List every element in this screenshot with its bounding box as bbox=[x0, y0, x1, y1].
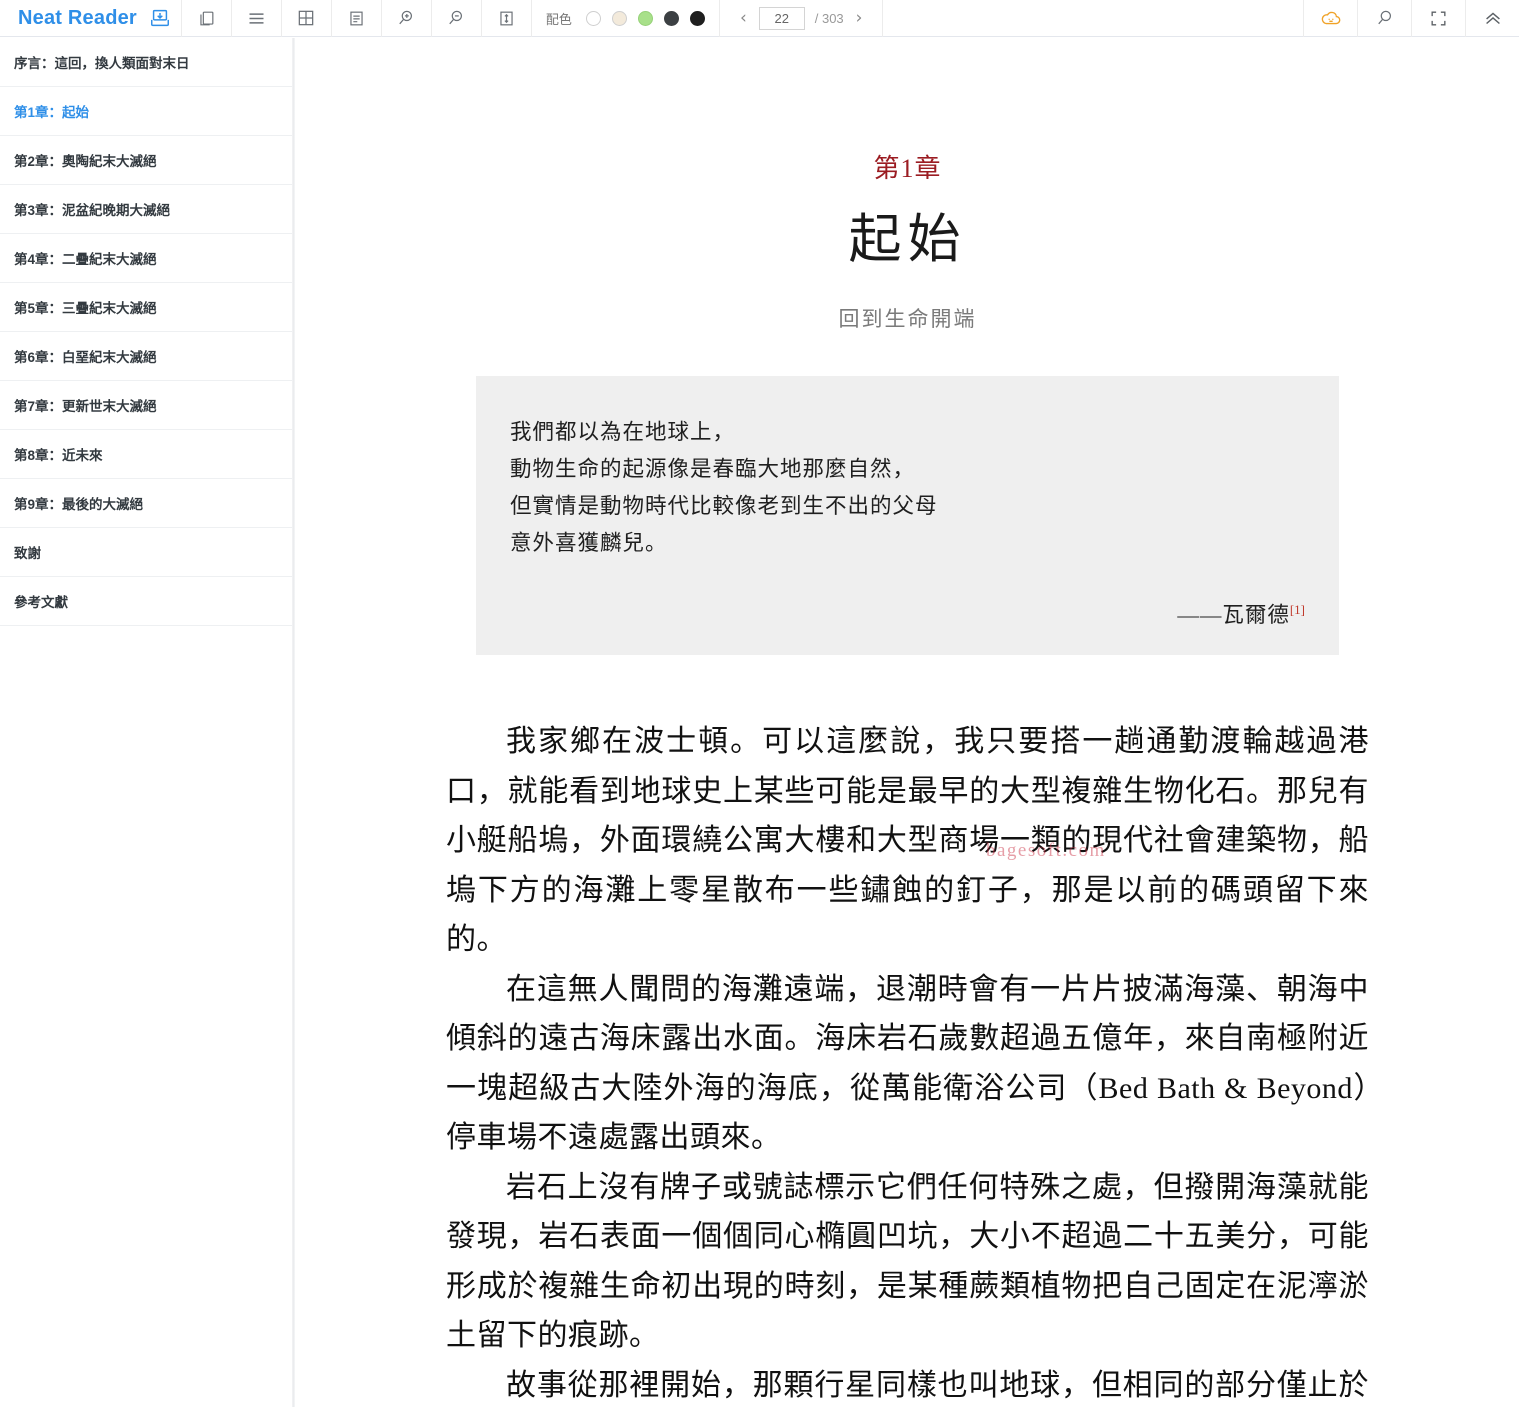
color-swatch-sepia[interactable] bbox=[611, 10, 627, 26]
page-number-input[interactable] bbox=[758, 6, 805, 30]
menu-icon[interactable] bbox=[230, 0, 281, 37]
color-swatch-black[interactable] bbox=[689, 10, 705, 26]
note-icon[interactable] bbox=[330, 0, 381, 37]
grid-layout-icon[interactable] bbox=[280, 0, 331, 37]
color-swatch-green[interactable] bbox=[637, 10, 653, 26]
sidebar-item-chapter-2[interactable]: 第2章：奧陶紀末大滅絕 bbox=[0, 136, 292, 185]
sidebar-item-chapter-7[interactable]: 第7章：更新世末大滅絕 bbox=[0, 381, 292, 430]
sidebar-item-preface[interactable]: 序言：這回，換人類面對末日 bbox=[0, 38, 292, 87]
toolbar-tool-group bbox=[180, 0, 531, 37]
chapter-subtitle: 回到生命開端 bbox=[838, 307, 977, 331]
paragraph: 我家鄉在波士頓。可以這麼說，我只要搭一趟通勤渡輪越過港口，就能看到地球史上某些可… bbox=[446, 725, 1369, 956]
page-navigation: ‹ / 303 › bbox=[720, 0, 884, 37]
collapse-toolbar-icon[interactable] bbox=[1465, 0, 1519, 37]
sidebar-item-chapter-5[interactable]: 第5章：三疊紀末大滅絕 bbox=[0, 283, 292, 332]
paragraph: 岩石上沒有牌子或號誌標示它們任何特殊之處，但撥開海藻就能發現，岩石表面一個個同心… bbox=[446, 1170, 1369, 1353]
prev-page-button[interactable]: ‹ bbox=[738, 9, 749, 27]
sidebar-resize-divider[interactable] bbox=[292, 38, 295, 1407]
sidebar-item-chapter-8[interactable]: 第8章：近未來 bbox=[0, 430, 292, 479]
chapter-title: 起始 bbox=[848, 211, 967, 269]
paragraph: 在這無人聞問的海灘遠端，退潮時會有一片片披滿海藻、朝海中傾斜的遠古海床露出水面。… bbox=[446, 972, 1369, 1155]
sidebar-item-acknowledgements[interactable]: 致謝 bbox=[0, 528, 292, 577]
sidebar-item-chapter-3[interactable]: 第3章：泥盆紀晚期大滅絕 bbox=[0, 185, 292, 234]
sidebar-item-chapter-1[interactable]: 第1章：起始 bbox=[0, 87, 292, 136]
toolbar-right-group bbox=[1303, 0, 1519, 37]
top-toolbar: Neat Reader 配色 ‹ 22 / 303 › bbox=[0, 0, 1519, 37]
color-swatch-white[interactable] bbox=[585, 10, 601, 26]
epigraph-blockquote: 我們都以為在地球上， 動物生命的起源像是春臨大地那麼自然， 但實情是動物時代比較… bbox=[476, 376, 1339, 655]
footnote-reference[interactable]: [1] bbox=[1290, 602, 1305, 617]
quote-attribution: ——瓦爾德[1] bbox=[510, 598, 1305, 629]
toc-list: 序言：這回，換人類面對末日 第1章：起始 第2章：奧陶紀末大滅絕 第3章：泥盆紀… bbox=[0, 38, 292, 626]
search-icon[interactable] bbox=[1357, 0, 1411, 37]
save-to-shelf-icon[interactable] bbox=[149, 7, 171, 29]
cloud-sync-icon[interactable] bbox=[1303, 0, 1357, 37]
quote-attribution-text: ——瓦爾德 bbox=[1177, 603, 1290, 627]
paragraph: 故事從那裡開始，那顆行星同樣也叫地球，但相同的部分僅止於此。 bbox=[506, 1368, 1369, 1402]
sidebar-item-chapter-4[interactable]: 第4章：二疊紀末大滅絕 bbox=[0, 234, 292, 283]
zoom-in-icon[interactable] bbox=[380, 0, 431, 37]
reader-content-pane: 第1章 起始 回到生命開端 我們都以為在地球上， 動物生命的起源像是春臨大地那麼… bbox=[296, 38, 1519, 1407]
color-scheme-picker: 配色 bbox=[530, 0, 720, 37]
color-swatch-gray[interactable] bbox=[663, 10, 679, 26]
sidebar-item-chapter-9[interactable]: 第9章：最後的大滅絕 bbox=[0, 479, 292, 528]
quote-line: 動物生命的起源像是春臨大地那麼自然， bbox=[510, 457, 916, 481]
brand-area: Neat Reader bbox=[0, 0, 181, 37]
app-title: Neat Reader bbox=[18, 6, 137, 29]
quote-line: 我們都以為在地球上， bbox=[510, 420, 736, 444]
book-page: 第1章 起始 回到生命開端 我們都以為在地球上， 動物生命的起源像是春臨大地那麼… bbox=[296, 148, 1519, 1407]
line-height-icon[interactable] bbox=[480, 0, 531, 37]
table-of-contents-sidebar: 序言：這回，換人類面對末日 第1章：起始 第2章：奧陶紀末大滅絕 第3章：泥盆紀… bbox=[0, 38, 292, 1407]
chapter-number: 第1章 bbox=[873, 154, 942, 183]
quote-line: 意外喜獲麟兒。 bbox=[510, 531, 668, 555]
quote-line: 但實情是動物時代比較像老到生不出的父母 bbox=[510, 494, 938, 518]
sidebar-item-references[interactable]: 參考文獻 bbox=[0, 577, 292, 626]
zoom-out-icon[interactable] bbox=[430, 0, 481, 37]
total-pages-label: / 303 bbox=[814, 10, 844, 26]
fullscreen-icon[interactable] bbox=[1411, 0, 1465, 37]
sidebar-item-chapter-6[interactable]: 第6章：白堊紀末大滅絕 bbox=[0, 332, 292, 381]
copy-icon[interactable] bbox=[180, 0, 231, 37]
next-page-button[interactable]: › bbox=[854, 9, 865, 27]
color-scheme-label: 配色 bbox=[545, 11, 572, 27]
chapter-body: 我家鄉在波士頓。可以這麼說，我只要搭一趟通勤渡輪越過港口，就能看到地球史上某些可… bbox=[446, 717, 1369, 1407]
